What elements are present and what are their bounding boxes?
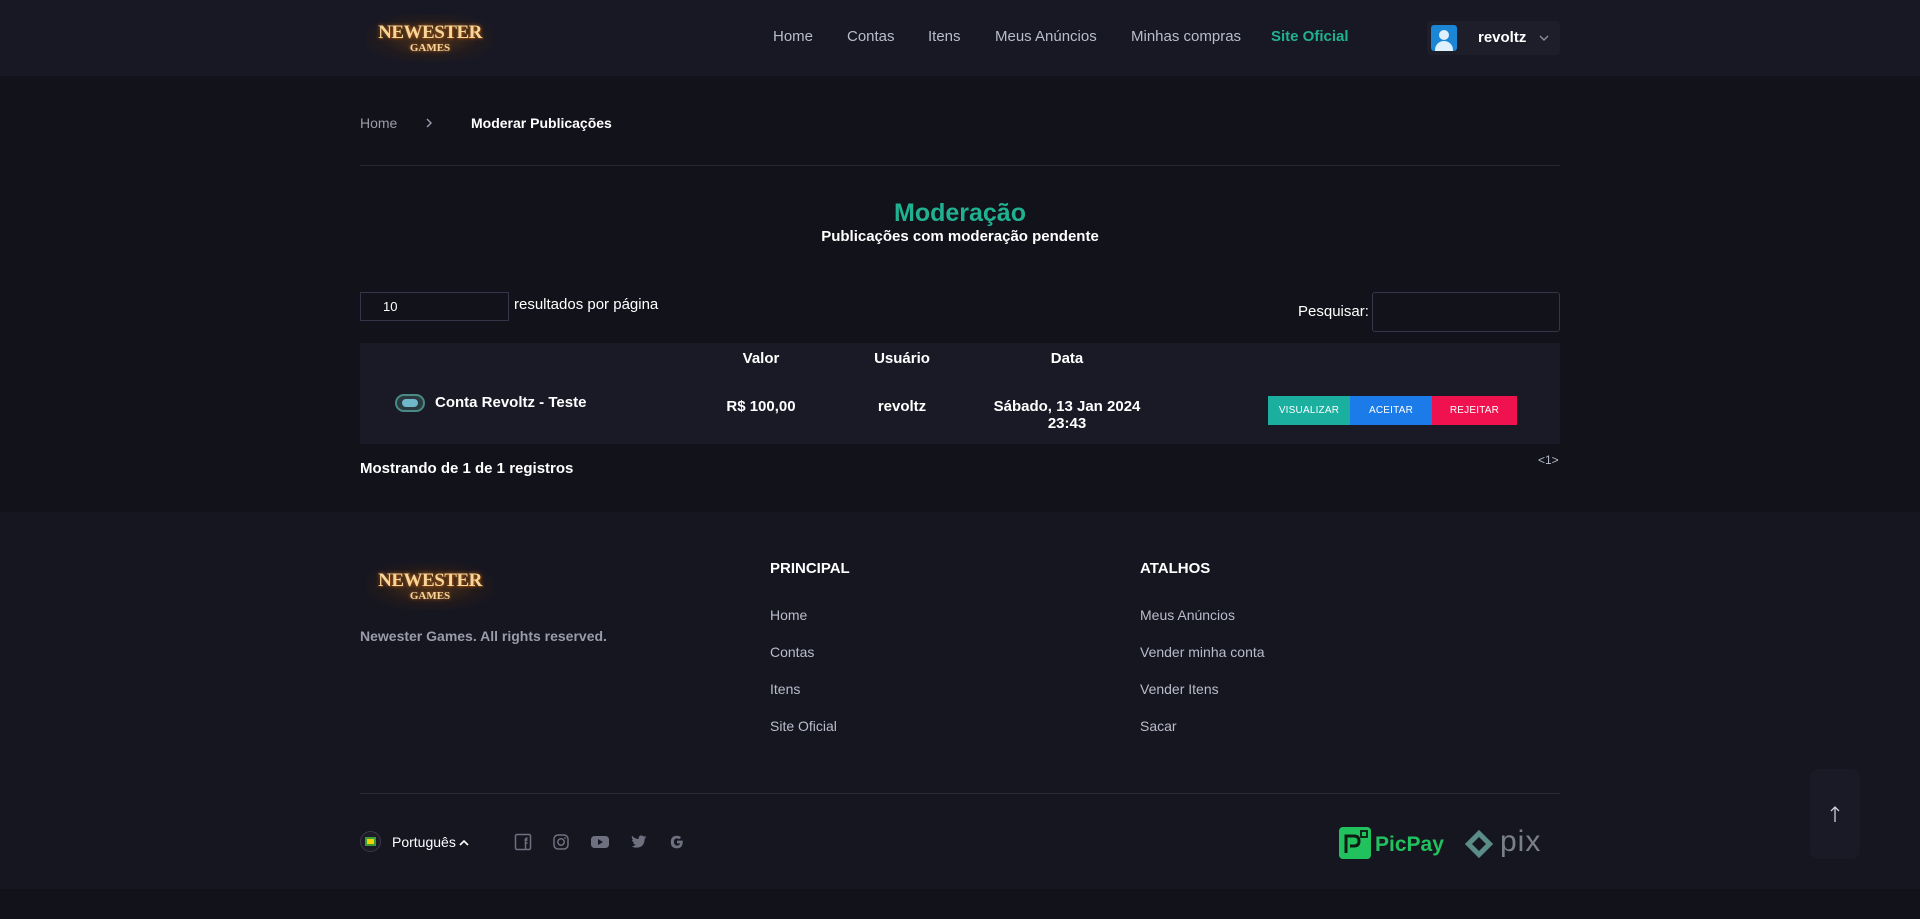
row-usuario: revoltz	[877, 398, 927, 415]
search-input[interactable]	[1372, 292, 1560, 332]
nav-minhas-compras[interactable]: Minhas compras	[1131, 28, 1241, 45]
page-length-input[interactable]	[360, 292, 509, 321]
nav-itens[interactable]: Itens	[928, 28, 961, 45]
footer-link-itens[interactable]: Itens	[770, 681, 800, 697]
logo-line-1: NEWESTER	[378, 21, 482, 43]
footer-atalhos-title: ATALHOS	[1140, 560, 1211, 577]
column-header-data[interactable]: Data	[1022, 350, 1112, 367]
view-button[interactable]: VISUALIZAR	[1268, 396, 1350, 425]
nav-site-oficial[interactable]: Site Oficial	[1271, 28, 1349, 45]
breadcrumb-current: Moderar Publicações	[471, 115, 612, 131]
footer-divider	[360, 793, 1560, 794]
column-header-usuario[interactable]: Usuário	[847, 350, 957, 367]
page-title: Moderação	[894, 199, 1026, 227]
twitter-icon[interactable]	[630, 833, 648, 851]
footer-link-meus-anuncios[interactable]: Meus Anúncios	[1140, 607, 1235, 623]
footer-link-contas[interactable]: Contas	[770, 644, 814, 660]
moderation-table: Valor Usuário Data Conta Revoltz - Teste…	[360, 343, 1560, 444]
user-menu[interactable]: revoltz	[1427, 21, 1560, 55]
google-icon[interactable]	[668, 833, 686, 851]
chevron-down-icon	[1539, 35, 1549, 41]
pix-logo: pix	[1460, 825, 1560, 863]
logo-line-2: GAMES	[409, 589, 451, 602]
row-valor: R$ 100,00	[726, 398, 796, 415]
footer-link-sacar[interactable]: Sacar	[1140, 718, 1177, 734]
user-avatar-icon	[1431, 25, 1457, 51]
logo-line-1: NEWESTER	[378, 569, 482, 591]
brazil-flag-icon	[360, 831, 381, 852]
picpay-text: PicPay	[1375, 833, 1444, 856]
row-title: Conta Revoltz - Teste	[435, 394, 587, 411]
footer-link-site-oficial[interactable]: Site Oficial	[770, 718, 837, 734]
nav-contas[interactable]: Contas	[847, 28, 895, 45]
footer-link-home[interactable]: Home	[770, 607, 807, 623]
footer-logo[interactable]: NEWESTER GAMES	[367, 562, 493, 610]
footer-principal-title: PRINCIPAL	[770, 560, 850, 577]
instagram-icon[interactable]	[552, 833, 570, 851]
chevron-right-icon	[426, 118, 432, 128]
footer-link-vender-conta[interactable]: Vender minha conta	[1140, 644, 1265, 660]
row-data: Sábado, 13 Jan 2024 23:43	[993, 398, 1141, 432]
chevron-up-icon[interactable]	[458, 837, 470, 849]
youtube-icon[interactable]	[590, 833, 610, 851]
picpay-icon	[1339, 827, 1371, 859]
footer-link-vender-itens[interactable]: Vender Itens	[1140, 681, 1219, 697]
arrow-up-icon	[1830, 806, 1840, 822]
page-subtitle: Publicações com moderação pendente	[821, 228, 1099, 245]
scroll-to-top-button[interactable]	[1810, 769, 1860, 859]
reject-button[interactable]: REJEITAR	[1432, 396, 1517, 425]
divider	[360, 165, 1560, 166]
breadcrumb-home[interactable]: Home	[360, 115, 397, 131]
site-footer: NEWESTER GAMES Newester Games. All right…	[0, 512, 1920, 889]
account-thumbnail-icon	[395, 394, 425, 412]
nav-home[interactable]: Home	[773, 28, 813, 45]
newester-games-logo[interactable]: NEWESTER GAMES	[367, 14, 493, 62]
column-header-valor[interactable]: Valor	[716, 350, 806, 367]
logo-line-2: GAMES	[409, 41, 451, 54]
facebook-icon[interactable]	[514, 833, 532, 851]
pix-icon	[1464, 829, 1494, 859]
language-selector[interactable]: Português	[392, 834, 456, 850]
table-info: Mostrando de 1 de 1 registros	[360, 460, 574, 477]
accept-button[interactable]: ACEITAR	[1350, 396, 1432, 425]
pix-text: pix	[1500, 825, 1542, 858]
search-label: Pesquisar:	[1298, 303, 1369, 320]
page-length-label: resultados por página	[514, 296, 659, 313]
site-header: NEWESTER GAMES Home Contas Itens Meus An…	[0, 0, 1920, 76]
copyright-text: Newester Games. All rights reserved.	[360, 628, 607, 644]
picpay-logo: PicPay	[1339, 826, 1444, 860]
pagination[interactable]: <1>	[1538, 453, 1559, 467]
user-name: revoltz	[1478, 29, 1527, 46]
nav-meus-anuncios[interactable]: Meus Anúncios	[995, 28, 1097, 45]
